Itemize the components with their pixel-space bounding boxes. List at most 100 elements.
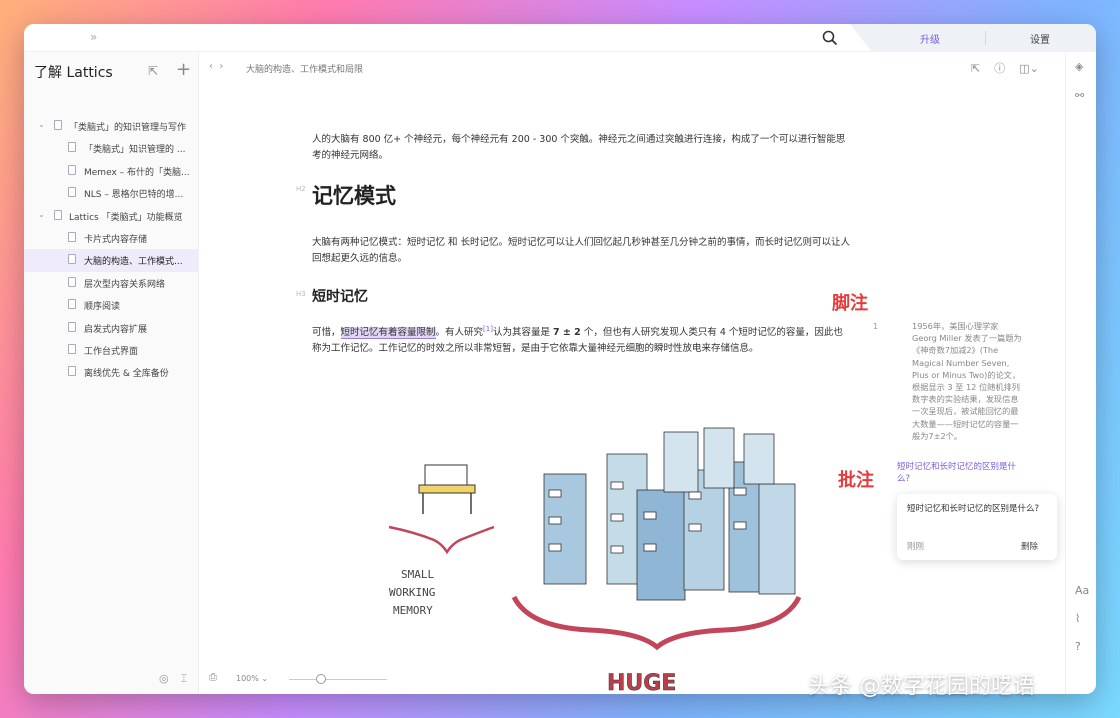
text-run: 认为其容量是 [492,327,553,339]
document-icon [68,164,76,175]
sidebar-title: 了解 Lattics [34,65,113,81]
heading-level-marker: H2 [296,185,306,193]
sidebar-item[interactable]: 工作台式界面 [24,339,199,361]
sidebar-item[interactable]: 顺序阅读 [24,294,199,316]
document-icon [54,209,62,220]
top-tabs: 升级 设置 [850,24,1096,52]
chevron-down-icon[interactable]: ⌄ [38,120,45,129]
memory-sketch-image: SMALL WORKING MEMORY HUGE [388,427,802,692]
footnote-text: 1956年，美国心理学家 Georg Miller 发表了一篇题为《神奇数7加减… [912,321,1022,441]
sidebar-item[interactable]: 「类脑式」知识管理的 ... [24,137,199,159]
sidebar-item[interactable]: 层次型内容关系网络 [24,272,199,294]
sidebar: 了解 Lattics ⇱ + ⌄ 「类脑式」的知识管理与写作「类脑式」知识管理的 … [24,52,199,694]
sidebar-item[interactable]: Memex – 布什的「类脑... [24,160,199,182]
heading-level-marker: H3 [296,290,306,298]
doc-tree: ⌄ 「类脑式」的知识管理与写作「类脑式」知识管理的 ... Memex – 布什的「… [24,115,199,384]
sidebar-item-label: 「类脑式」的知识管理与写作 [69,123,187,133]
document-icon [54,120,62,130]
sidebar-item-label: 「类脑式」知识管理的 ... [84,145,186,156]
watermark: 头条 @数字花园的呓语 [808,674,1035,699]
sketch-label-memory: MEMORY [393,604,433,617]
small-brace [388,525,495,555]
footnote-ref[interactable]: [1] [483,325,493,333]
app-window: » 升级 设置 了解 Lattics ⇱ + ⌄ 「类脑式」的知识管理与写作「类脑… [24,24,1096,694]
sidebar-footer: ◎ ⌶ [159,672,199,686]
document-icon [68,343,76,354]
target-icon[interactable]: ◎ [159,672,169,685]
filing-cabinets-sketch [543,427,796,601]
tab-settings[interactable]: 设置 [1030,31,1050,46]
sidebar-item-label: Lattics 「类脑式」功能概览 [69,212,183,223]
document-icon [68,299,76,310]
footnote-number: 1 [873,322,879,331]
collapse-all-icon[interactable]: ⌶ [181,672,188,685]
tab-upgrade[interactable]: 升级 [920,31,940,46]
sidebar-item-label: 卡片式内容存储 [84,234,148,245]
font-settings-icon[interactable]: Aa [1075,584,1089,597]
sidebar-item-label: Memex – 布什的「类脑... [84,167,190,178]
math-formula: 7 ± 2 [553,327,581,339]
breadcrumb-bar: ‹ › 大脑的构造、工作模式和局限 ⇱ ⓘ ◫⌄ [199,52,1065,82]
text-run: 可惜， [312,327,341,339]
sidebar-item-label: 启发式内容扩展 [84,324,148,335]
stats-icon[interactable]: ⌇ [1075,612,1080,625]
layers-icon[interactable]: ◈ [1075,60,1083,73]
sidebar-item-label: 顺序阅读 [84,302,121,313]
document-icon [68,276,76,287]
sidebar-item-label: 大脑的构造、工作模式... [84,257,183,268]
print-icon[interactable]: ⎙ [209,672,217,683]
sidebar-item[interactable]: NLS – 恩格尔巴特的增... [24,182,199,204]
document-icon [68,366,76,377]
comment-text[interactable]: 短时记忆和长时记忆的区别是什么? [907,502,1047,516]
nav-back-forward-icon[interactable]: ‹ › [209,61,223,72]
breadcrumb[interactable]: 大脑的构造、工作模式和局限 [246,62,363,75]
heading-3: 短时记忆 [312,289,368,305]
share-icon[interactable]: ⇱ [971,62,980,75]
layout-icon[interactable]: ◫⌄ [1019,62,1039,75]
sidebar-item-label: 工作台式界面 [84,346,139,357]
comment-anchor[interactable]: 短时记忆和长时记忆的区别是什么? [897,461,1022,485]
sidebar-item[interactable]: 大脑的构造、工作模式... [24,249,199,272]
document-icon [68,321,76,332]
comment-card: 短时记忆和长时记忆的区别是什么? 刚刚 删除 [897,494,1057,560]
sidebar-item[interactable]: ⌄ Lattics 「类脑式」功能概览 [24,205,199,227]
zoom-select[interactable]: 100% ⌄ [236,674,268,683]
sketch-label-small: SMALL [401,568,434,581]
help-icon[interactable]: ? [1075,640,1081,653]
document-icon [68,187,76,198]
huge-brace [511,595,802,651]
sidebar-item[interactable]: ⌄ 「类脑式」的知识管理与写作 [24,115,199,137]
delete-comment-button[interactable]: 删除 [1021,540,1038,552]
comment-time: 刚刚 [907,542,925,552]
sidebar-item-label: NLS – 恩格尔巴特的增... [84,190,184,201]
paragraph: 人的大脑有 800 亿+ 个神经元，每个神经元有 200 - 300 个突触。神… [312,134,846,161]
zoom-slider-knob[interactable] [316,674,326,684]
info-icon[interactable]: ⓘ [994,62,1005,75]
right-rail: ◈ ⚯ Aa ⌇ ? [1065,52,1096,694]
chevron-down-icon[interactable]: ⌄ [38,210,45,219]
sidebar-item-label: 离线优先 & 全库备份 [84,369,169,380]
sidebar-item[interactable]: 启发式内容扩展 [24,317,199,339]
document-icon [68,254,76,265]
comment-highlight[interactable]: 短时记忆有着容量限制 [340,327,436,340]
top-bar: » 升级 设置 [24,24,1096,52]
heading-2: 记忆模式 [312,184,396,208]
expand-sidebar-icon[interactable]: » [90,30,97,44]
add-icon[interactable]: + [176,59,191,80]
tab-divider [985,31,986,45]
footnote-annotation: 脚注 [832,293,868,314]
zoom-slider[interactable] [289,679,387,680]
desk-sketch [418,464,476,514]
sidebar-item[interactable]: 卡片式内容存储 [24,227,199,249]
sidebar-item[interactable]: 离线优先 & 全库备份 [24,361,199,383]
document-icon [68,231,76,242]
sidebar-item-label: 层次型内容关系网络 [84,279,166,290]
sketch-label-working: WORKING [389,586,435,599]
text-run: 。有人研究 [435,327,484,339]
document-icon [68,142,76,153]
doc-toolbar: ⇱ ⓘ ◫⌄ [971,60,1053,76]
search-icon[interactable] [821,29,839,47]
open-external-icon[interactable]: ⇱ [148,64,158,78]
graph-icon[interactable]: ⚯ [1075,89,1084,102]
paragraph: 大脑有两种记忆模式：短时记忆 和 长时记忆。短时记忆可以让人们回忆起几秒钟甚至几… [312,237,851,264]
